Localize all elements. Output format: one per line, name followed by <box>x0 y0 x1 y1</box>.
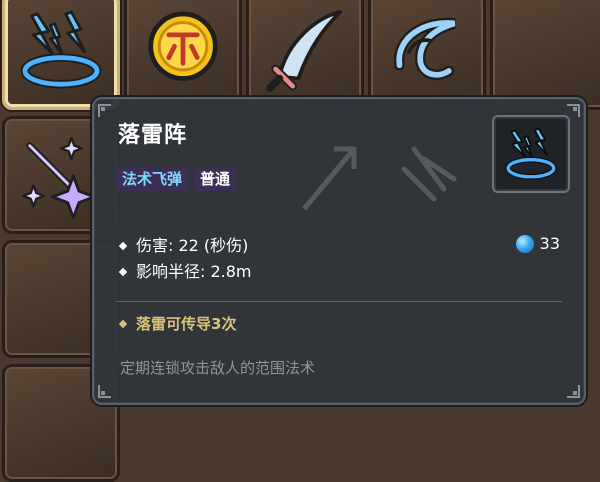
skill-icon-frame <box>492 115 570 193</box>
diamond-bullet-icon <box>118 267 128 277</box>
stat-damage: 伤害: 22 (秒伤) <box>118 233 252 259</box>
corner-ornament <box>566 103 580 117</box>
rarity-tag: 普通 <box>194 167 237 191</box>
inventory-slot-empty[interactable] <box>490 0 600 110</box>
stat-radius: 影响半径: 2.8m <box>118 259 252 285</box>
stat-damage-label: 伤害: 22 (秒伤) <box>136 236 249 255</box>
mana-orb-icon <box>515 234 534 253</box>
inventory-slot-gold-coin[interactable] <box>124 0 242 110</box>
mana-cost: 33 <box>515 234 560 253</box>
skill-stats: 伤害: 22 (秒伤) 影响半径: 2.8m <box>118 233 252 285</box>
skill-description: 定期连锁攻击敌人的范围法术 <box>120 359 316 377</box>
skill-bonus-text: 落雷可传导3次 <box>136 315 237 333</box>
inventory-slot-lightning-circle[interactable] <box>2 0 120 110</box>
skill-tooltip: 落雷阵 法术飞弹 普通 伤害: 22 (秒伤) 影响半径: 2.8m 33 落雷… <box>92 97 586 405</box>
wind-swirl-icon <box>394 17 457 80</box>
lightning-circle-icon <box>20 10 102 89</box>
divider <box>116 301 562 302</box>
type-tag: 法术飞弹 <box>116 167 189 191</box>
inventory-slot-wind-swirl[interactable] <box>368 0 486 110</box>
corner-ornament <box>98 385 112 399</box>
skill-title: 落雷阵 <box>118 123 188 148</box>
skill-tags: 法术飞弹 普通 <box>116 167 237 191</box>
diamond-bullet-icon <box>118 319 128 328</box>
corner-ornament <box>98 103 112 117</box>
diamond-bullet-icon <box>118 241 128 251</box>
inventory-slot-curved-sword[interactable] <box>246 0 364 110</box>
skill-bonus: 落雷可传导3次 <box>118 313 237 334</box>
stat-radius-label: 影响半径: 2.8m <box>136 262 252 281</box>
ghost-background-icons <box>302 146 457 211</box>
corner-ornament <box>566 385 580 399</box>
lightning-circle-icon <box>505 127 557 180</box>
curved-sword-icon <box>266 10 343 92</box>
mana-cost-value: 33 <box>539 234 560 253</box>
gold-coin-icon <box>148 11 218 81</box>
